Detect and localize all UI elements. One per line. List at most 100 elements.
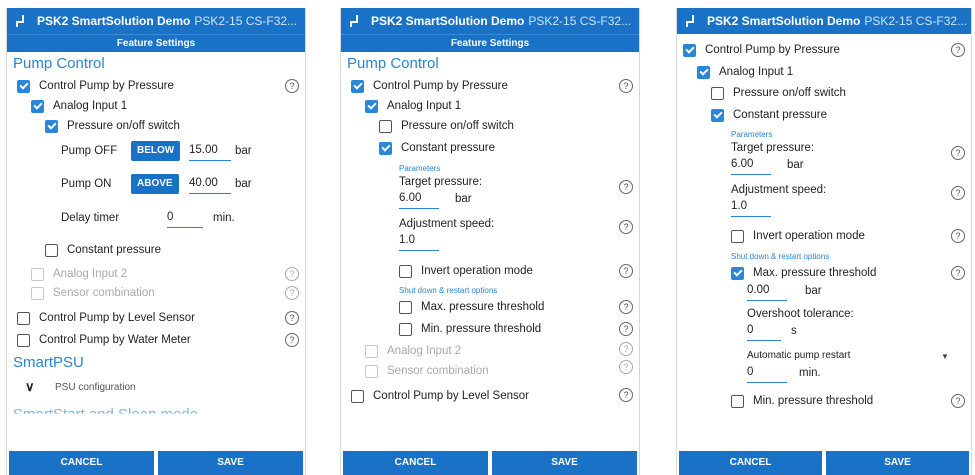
max-threshold-label: Max. pressure threshold xyxy=(421,301,545,313)
help-icon[interactable]: ? xyxy=(285,267,299,281)
help-icon[interactable]: ? xyxy=(951,43,965,57)
psu-configuration-label[interactable]: PSU configuration xyxy=(55,382,136,393)
cancel-button[interactable]: CANCEL xyxy=(343,451,488,475)
pressure-switch-checkbox[interactable] xyxy=(379,119,392,133)
water-meter-row[interactable]: Control Pump by Water Meter xyxy=(17,330,191,350)
sensor-combination-label: Sensor combination xyxy=(387,365,489,377)
adjustment-speed-input[interactable]: 1.0 xyxy=(731,200,771,217)
control-pressure-row[interactable]: Control Pump by Pressure xyxy=(683,40,840,60)
control-pressure-checkbox[interactable] xyxy=(17,79,30,93)
help-icon[interactable]: ? xyxy=(619,300,633,314)
constant-pressure-checkbox[interactable] xyxy=(45,243,58,257)
help-icon[interactable]: ? xyxy=(951,394,965,408)
min-threshold-row[interactable]: Min. pressure threshold xyxy=(731,391,873,411)
control-pressure-row[interactable]: Control Pump by Pressure xyxy=(17,76,174,96)
level-sensor-row[interactable]: Control Pump by Level Sensor xyxy=(351,386,529,406)
cancel-button[interactable]: CANCEL xyxy=(9,451,154,475)
help-icon[interactable]: ? xyxy=(285,286,299,300)
analog1-row[interactable]: Analog Input 1 xyxy=(697,62,793,82)
panel-1: PSK2 SmartSolution Demo PSK2-15 CS-F32..… xyxy=(6,8,306,475)
min-threshold-row[interactable]: Min. pressure threshold xyxy=(399,319,541,339)
max-threshold-input[interactable]: 0.00 xyxy=(747,284,787,301)
help-icon[interactable]: ? xyxy=(951,186,965,200)
pressure-switch-row[interactable]: Pressure on/off switch xyxy=(45,116,180,136)
min-threshold-checkbox[interactable] xyxy=(731,394,744,408)
control-pressure-checkbox[interactable] xyxy=(683,43,696,57)
footer-bar: CANCEL SAVE xyxy=(7,451,305,475)
analog1-checkbox[interactable] xyxy=(31,99,44,113)
sensor-combination-row: Sensor combination xyxy=(365,361,489,381)
save-button[interactable]: SAVE xyxy=(826,451,969,475)
save-button[interactable]: SAVE xyxy=(158,451,303,475)
help-icon[interactable]: ? xyxy=(619,79,633,93)
max-threshold-checkbox[interactable] xyxy=(731,266,744,280)
constant-pressure-row[interactable]: Constant pressure xyxy=(711,105,827,125)
help-icon[interactable]: ? xyxy=(619,220,633,234)
analog1-row[interactable]: Analog Input 1 xyxy=(365,96,461,116)
target-pressure-label: Target pressure: xyxy=(731,142,815,154)
help-icon[interactable]: ? xyxy=(619,264,633,278)
target-pressure-input[interactable]: 6.00 xyxy=(399,192,439,209)
max-threshold-row[interactable]: Max. pressure threshold xyxy=(399,297,544,317)
help-icon[interactable]: ? xyxy=(285,311,299,325)
invert-mode-checkbox[interactable] xyxy=(399,264,412,278)
pressure-switch-checkbox[interactable] xyxy=(711,86,724,100)
dropdown-arrow-icon[interactable]: ▼ xyxy=(941,352,949,361)
analog2-label: Analog Input 2 xyxy=(387,345,462,357)
constant-pressure-label: Constant pressure xyxy=(401,142,495,154)
adjustment-speed-input[interactable]: 1.0 xyxy=(399,234,439,251)
control-pressure-row[interactable]: Control Pump by Pressure xyxy=(351,76,508,96)
constant-pressure-checkbox[interactable] xyxy=(711,108,724,122)
help-icon[interactable]: ? xyxy=(619,180,633,194)
water-meter-checkbox[interactable] xyxy=(17,333,30,347)
target-pressure-unit: bar xyxy=(787,159,804,171)
help-icon[interactable]: ? xyxy=(619,388,633,402)
help-icon[interactable]: ? xyxy=(951,146,965,160)
help-icon[interactable]: ? xyxy=(619,322,633,336)
help-icon[interactable]: ? xyxy=(619,342,633,356)
invert-mode-row[interactable]: Invert operation mode xyxy=(399,261,533,281)
help-icon[interactable]: ? xyxy=(951,266,965,280)
pump-off-unit: bar xyxy=(235,145,252,157)
constant-pressure-row[interactable]: Constant pressure xyxy=(379,138,495,158)
invert-mode-checkbox[interactable] xyxy=(731,229,744,243)
analog1-checkbox[interactable] xyxy=(365,99,378,113)
help-icon[interactable]: ? xyxy=(619,360,633,374)
level-sensor-row[interactable]: Control Pump by Level Sensor xyxy=(17,308,195,328)
target-pressure-input[interactable]: 6.00 xyxy=(731,158,771,175)
cancel-button[interactable]: CANCEL xyxy=(679,451,822,475)
pressure-switch-row[interactable]: Pressure on/off switch xyxy=(711,83,846,103)
invert-mode-row[interactable]: Invert operation mode xyxy=(731,226,865,246)
section-smartpsu: SmartPSU xyxy=(13,354,84,371)
analog1-checkbox[interactable] xyxy=(697,65,710,79)
pump-on-mode-button[interactable]: ABOVE xyxy=(131,174,179,194)
pressure-switch-label: Pressure on/off switch xyxy=(401,120,514,132)
chevron-down-icon[interactable]: ∨ xyxy=(25,379,35,395)
app-title: PSK2 SmartSolution Demo xyxy=(371,14,525,28)
max-threshold-row[interactable]: Max. pressure threshold xyxy=(731,263,876,283)
restart-delay-input[interactable]: 0 xyxy=(747,366,787,383)
constant-pressure-row[interactable]: Constant pressure xyxy=(45,240,161,260)
help-icon[interactable]: ? xyxy=(285,333,299,347)
max-threshold-checkbox[interactable] xyxy=(399,300,412,314)
level-sensor-checkbox[interactable] xyxy=(351,389,364,403)
pressure-switch-checkbox[interactable] xyxy=(45,119,58,133)
control-pressure-checkbox[interactable] xyxy=(351,79,364,93)
pump-off-mode-button[interactable]: BELOW xyxy=(131,141,181,161)
pump-off-value-input[interactable]: 15.00 xyxy=(189,144,231,161)
help-icon[interactable]: ? xyxy=(951,229,965,243)
level-sensor-checkbox[interactable] xyxy=(17,311,30,325)
min-threshold-checkbox[interactable] xyxy=(399,322,412,336)
analog2-row: Analog Input 2 xyxy=(365,341,461,361)
save-button[interactable]: SAVE xyxy=(492,451,637,475)
auto-restart-label[interactable]: Automatic pump restart xyxy=(747,350,850,361)
analog1-row[interactable]: Analog Input 1 xyxy=(31,96,127,116)
constant-pressure-checkbox[interactable] xyxy=(379,141,392,155)
overshoot-tolerance-input[interactable]: 0 xyxy=(747,324,781,341)
pump-on-value-input[interactable]: 40.00 xyxy=(189,177,231,194)
delay-timer-input[interactable]: 0 xyxy=(167,211,203,228)
shutdown-heading: Shut down & restart options xyxy=(399,286,498,295)
help-icon[interactable]: ? xyxy=(285,79,299,93)
pressure-switch-row[interactable]: Pressure on/off switch xyxy=(379,116,514,136)
invert-mode-label: Invert operation mode xyxy=(753,230,865,242)
